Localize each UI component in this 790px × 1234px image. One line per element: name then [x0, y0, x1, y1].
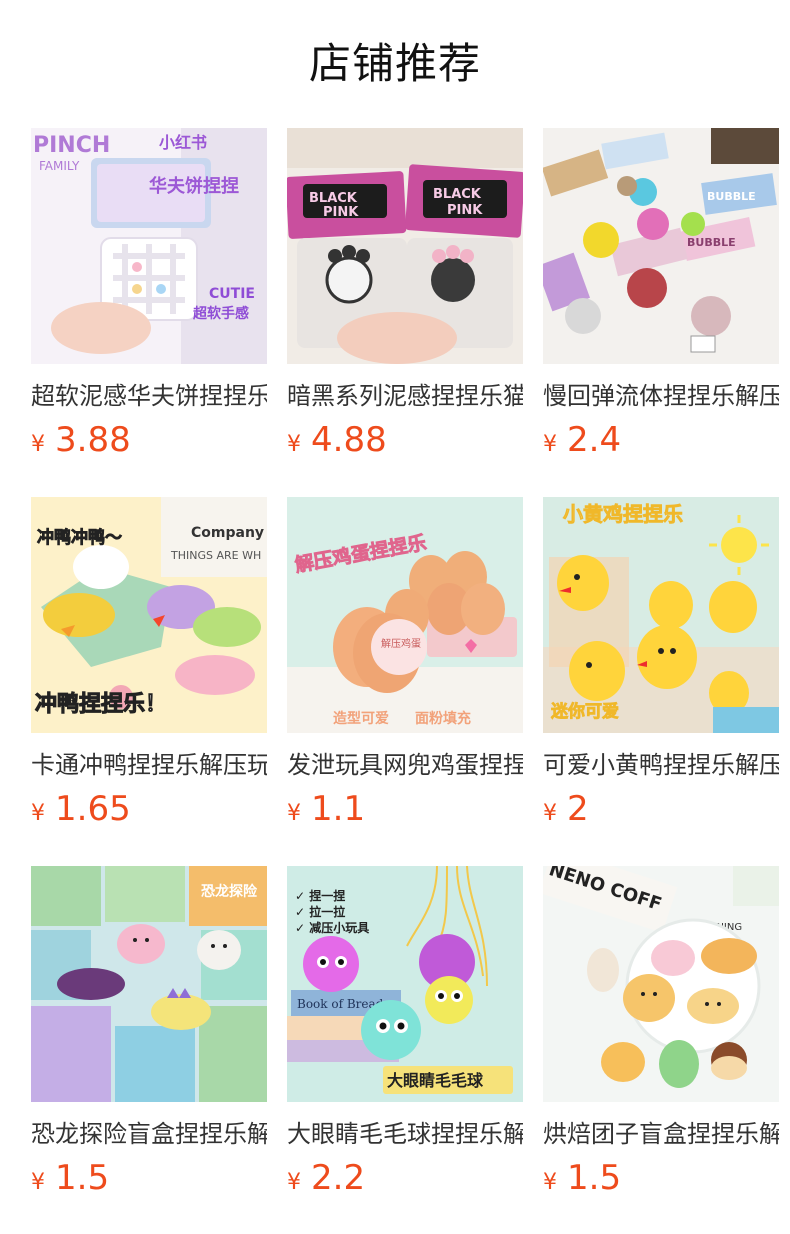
svg-text:BUBBLE: BUBBLE: [707, 190, 756, 203]
svg-text:造型可爱: 造型可爱: [333, 710, 389, 727]
product-card[interactable]: NENO COFF MORNING: [543, 866, 779, 1234]
store-recommendations-page: 店铺推荐 PINCH FAMILY 小红书 华夫饼捏捏 CUTIE 超软手感 超…: [0, 0, 790, 1234]
product-name[interactable]: 大眼睛毛毛球捏捏乐解压: [287, 1116, 523, 1152]
svg-text:华夫饼捏捏: 华夫饼捏捏: [149, 175, 239, 197]
svg-text:FAMILY: FAMILY: [39, 159, 80, 173]
product-grid: PINCH FAMILY 小红书 华夫饼捏捏 CUTIE 超软手感 超软泥感华夫…: [31, 128, 779, 1234]
price-value: 2: [567, 789, 589, 829]
svg-text:迷你可爱: 迷你可爱: [550, 701, 619, 722]
svg-text:小黄鸡捏捏乐: 小黄鸡捏捏乐: [563, 502, 683, 526]
product-image[interactable]: BUBBLE BUBBLE: [543, 128, 779, 364]
product-name[interactable]: 恐龙探险盲盒捏捏乐解压: [31, 1116, 267, 1152]
svg-text:BLACK: BLACK: [433, 187, 482, 202]
product-price: ¥4.88: [287, 418, 523, 462]
svg-text:冲鸭捏捏乐！: 冲鸭捏捏乐！: [35, 691, 167, 717]
product-name[interactable]: 超软泥感华夫饼捏捏乐解压玩具: [31, 378, 267, 414]
svg-text:大眼睛毛毛球: 大眼睛毛毛球: [387, 1071, 484, 1090]
product-name[interactable]: 可爱小黄鸭捏捏乐解压玩具: [543, 747, 779, 783]
product-image[interactable]: Book of Bread ✓ 捏一捏 ✓ 拉一拉 ✓ 减压小玩具 大眼睛毛毛球: [287, 866, 523, 1102]
product-name[interactable]: 卡通冲鸭捏捏乐解压玩具: [31, 747, 267, 783]
product-price: ¥1.5: [543, 1156, 779, 1200]
product-price: ¥2.4: [543, 418, 779, 462]
svg-text:超软手感: 超软手感: [192, 305, 249, 322]
svg-text:BUBBLE: BUBBLE: [687, 236, 736, 249]
currency-symbol: ¥: [287, 801, 301, 826]
currency-symbol: ¥: [31, 1170, 45, 1195]
svg-text:恐龙探险: 恐龙探险: [201, 883, 258, 900]
svg-text:解压鸡蛋: 解压鸡蛋: [381, 637, 421, 650]
currency-symbol: ¥: [31, 432, 45, 457]
price-value: 1.5: [55, 1158, 110, 1198]
product-card[interactable]: BLACK PINK BLACK PINK 暗黑系列泥感捏捏乐猫 ¥ 4.88: [287, 128, 523, 497]
svg-text:CUTIE: CUTIE: [209, 286, 255, 302]
currency-symbol: ¥: [543, 432, 557, 457]
product-image[interactable]: 恐龙探险: [31, 866, 267, 1102]
product-price: ¥2: [543, 787, 779, 831]
price-value: 1.5: [567, 1158, 622, 1198]
svg-text:✓ 拉一拉: ✓ 拉一拉: [295, 904, 345, 919]
product-image[interactable]: 小黄鸡捏捏乐 迷你可爱: [543, 497, 779, 733]
svg-text:THINGS ARE WH: THINGS ARE WH: [170, 549, 261, 562]
svg-text:面粉填充: 面粉填充: [415, 710, 471, 727]
currency-symbol: ¥: [543, 801, 557, 826]
svg-text:✓ 捏一捏: ✓ 捏一捏: [295, 888, 345, 903]
product-card[interactable]: 小黄鸡捏捏乐 迷你可爱 可爱小黄鸭捏捏乐解压玩具 ¥2: [543, 497, 779, 866]
price-value: 1.1: [311, 789, 366, 829]
price-value: 2.4: [567, 420, 622, 460]
page-title: 店铺推荐: [308, 39, 481, 88]
product-card[interactable]: BUBBLE BUBBLE 慢回弹流体捏捏乐解压玩具 ¥2.4: [543, 128, 779, 497]
price-value: 3.88: [55, 420, 131, 460]
product-image[interactable]: 解压鸡蛋 解压鸡蛋捏捏乐 造型可爱 面粉填充: [287, 497, 523, 733]
product-name[interactable]: 暗黑系列泥感捏捏乐猫爪解压: [287, 378, 523, 414]
price-value: 1.65: [55, 789, 131, 829]
product-name[interactable]: 烘焙团子盲盒捏捏乐解压: [543, 1116, 779, 1152]
currency-symbol: ¥: [287, 432, 301, 457]
svg-text:✓ 减压小玩具: ✓ 减压小玩具: [295, 920, 369, 935]
svg-text:Company: Company: [191, 525, 264, 541]
product-price: ¥1.5: [31, 1156, 267, 1200]
product-card[interactable]: 解压鸡蛋 解压鸡蛋捏捏乐 造型可爱 面粉填充 发泄玩具网兜鸡蛋捏捏乐 ¥1.1: [287, 497, 523, 866]
svg-text:PINK: PINK: [323, 205, 359, 220]
svg-text:冲鸭冲鸭～: 冲鸭冲鸭～: [37, 527, 122, 548]
product-card[interactable]: PINCH FAMILY 小红书 华夫饼捏捏 CUTIE 超软手感 超软泥感华夫…: [31, 128, 267, 497]
currency-symbol: ¥: [287, 1170, 301, 1195]
product-price: ¥3.88: [31, 418, 267, 462]
product-name[interactable]: 发泄玩具网兜鸡蛋捏捏乐: [287, 747, 523, 783]
currency-symbol: ¥: [31, 801, 45, 826]
product-name[interactable]: 慢回弹流体捏捏乐解压玩具: [543, 378, 779, 414]
product-price: ¥1.1: [287, 787, 523, 831]
product-price: ¥1.65: [31, 787, 267, 831]
currency-symbol: ¥: [543, 1170, 557, 1195]
product-price: ¥2.2: [287, 1156, 523, 1200]
svg-text:小红书: 小红书: [159, 133, 207, 152]
svg-text:PINCH: PINCH: [33, 133, 110, 158]
product-image[interactable]: Company THINGS ARE WH 冲鸭冲鸭～ 冲鸭捏捏乐！: [31, 497, 267, 733]
product-image[interactable]: BLACK PINK BLACK PINK: [287, 128, 523, 364]
product-image[interactable]: PINCH FAMILY 小红书 华夫饼捏捏 CUTIE 超软手感: [31, 128, 267, 364]
svg-text:PINK: PINK: [447, 203, 483, 218]
product-card[interactable]: Company THINGS ARE WH 冲鸭冲鸭～ 冲鸭捏捏乐！ 卡通冲鸭捏…: [31, 497, 267, 866]
product-image[interactable]: NENO COFF MORNING: [543, 866, 779, 1102]
svg-text:BLACK: BLACK: [309, 191, 358, 206]
product-card[interactable]: 恐龙探险 恐龙探险盲盒捏捏乐解压 ¥1.5: [31, 866, 267, 1234]
price-value: 4.88: [311, 420, 387, 460]
price-value: 2.2: [311, 1158, 366, 1198]
product-card[interactable]: Book of Bread ✓ 捏一捏 ✓ 拉一拉 ✓ 减压小玩具 大眼睛毛毛球…: [287, 866, 523, 1234]
